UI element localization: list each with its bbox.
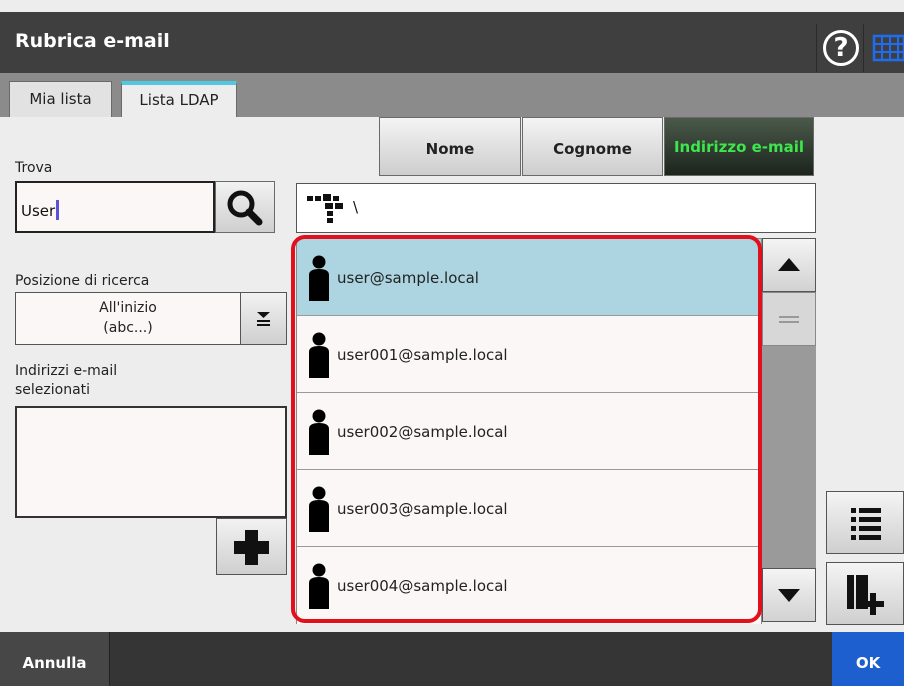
arrow-down-icon <box>778 589 800 602</box>
list-item[interactable]: user001@sample.local <box>297 316 761 393</box>
window-title: Rubrica e-mail <box>15 30 170 52</box>
keyboard-icon <box>872 34 904 62</box>
list-view-button[interactable] <box>826 491 904 554</box>
search-input[interactable]: User <box>15 181 215 233</box>
search-position-dropdown-button[interactable] <box>240 292 287 345</box>
search-position-select[interactable]: All'inizio (abc...) <box>15 292 241 345</box>
list-icon <box>851 508 881 540</box>
person-icon <box>308 486 330 537</box>
position-label: Posizione di ricerca <box>15 273 150 289</box>
sort-nome-button[interactable]: Nome <box>379 117 521 176</box>
plus-icon <box>234 530 269 565</box>
app-window: Rubrica e-mail ? Mia lista Lista LDAP Tr… <box>0 0 904 686</box>
search-button[interactable] <box>215 181 275 233</box>
search-input-value: User <box>21 202 56 220</box>
list-item-email: user004@sample.local <box>337 577 508 595</box>
sort-email-button[interactable]: Indirizzo e-mail <box>664 117 814 176</box>
position-value-line2: (abc...) <box>103 320 153 336</box>
ok-button[interactable]: OK <box>832 632 904 686</box>
selected-label-line2: selezionati <box>15 382 91 398</box>
add-group-button[interactable] <box>826 562 904 625</box>
sort-cognome-button[interactable]: Cognome <box>522 117 663 176</box>
tab-strip: Mia lista Lista LDAP <box>0 73 904 117</box>
address-list: user@sample.local user001@sample.local u… <box>296 238 762 624</box>
ldap-path-text: \ <box>353 198 359 216</box>
search-icon <box>227 190 263 226</box>
title-bar: Rubrica e-mail ? <box>0 12 904 73</box>
selected-addresses-label: Indirizzi e-mail selezionati <box>15 362 117 400</box>
tab-mia-lista[interactable]: Mia lista <box>9 81 112 117</box>
list-item[interactable]: user004@sample.local <box>297 547 761 624</box>
find-label: Trova <box>15 160 53 176</box>
list-item[interactable]: user003@sample.local <box>297 470 761 547</box>
scroll-thumb-icon <box>779 316 799 323</box>
scroll-down-button[interactable] <box>762 568 816 622</box>
text-caret <box>56 200 60 220</box>
keyboard-button[interactable] <box>866 24 904 72</box>
scrollbar-thumb[interactable] <box>762 292 816 346</box>
list-item[interactable]: user002@sample.local <box>297 393 761 470</box>
selected-addresses-box[interactable] <box>15 406 287 518</box>
tree-icon <box>307 194 345 229</box>
add-group-icon <box>847 575 884 615</box>
ldap-path-bar: \ <box>296 183 816 233</box>
tab-lista-ldap[interactable]: Lista LDAP <box>121 81 237 117</box>
person-icon <box>308 409 330 460</box>
list-item-email: user001@sample.local <box>337 346 508 364</box>
scroll-up-button[interactable] <box>762 238 816 292</box>
position-value-line1: All'inizio <box>99 300 157 316</box>
list-item-email: user@sample.local <box>337 269 479 287</box>
add-address-button[interactable] <box>216 518 287 575</box>
selected-label-line1: Indirizzi e-mail <box>15 363 118 379</box>
person-icon <box>308 255 330 306</box>
person-icon <box>308 332 330 383</box>
list-item-email: user003@sample.local <box>337 500 508 518</box>
list-item-email: user002@sample.local <box>337 423 508 441</box>
dropdown-icon <box>257 312 270 326</box>
help-icon: ? <box>823 30 859 66</box>
arrow-up-icon <box>778 258 800 271</box>
help-button[interactable]: ? <box>816 24 864 72</box>
person-icon <box>308 563 330 614</box>
cancel-button[interactable]: Annulla <box>0 632 110 686</box>
list-item[interactable]: user@sample.local <box>297 239 761 316</box>
footer-bar: Annulla OK <box>0 632 904 686</box>
